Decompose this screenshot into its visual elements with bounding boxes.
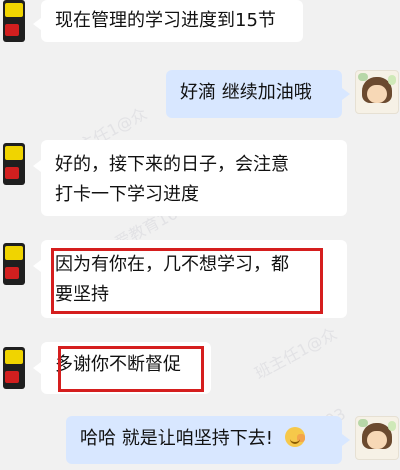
sender-avatar[interactable] <box>3 143 25 185</box>
message-line: 打卡一下学习进度 <box>55 184 199 205</box>
message-bubble-3[interactable]: 好的，接下来的日子，会注意 打卡一下学习进度 <box>41 140 347 216</box>
message-text: 多谢你不断督促 <box>55 354 181 375</box>
sender-avatar[interactable] <box>3 347 25 389</box>
message-bubble-6[interactable]: 哈哈 就是让咱坚持下去! <box>66 416 342 464</box>
message-text: 现在管理的学习进度到15节 <box>55 10 276 31</box>
message-bubble-5[interactable]: 多谢你不断督促 <box>41 342 211 394</box>
message-text: 好滴 继续加油哦 <box>180 82 312 103</box>
message-text: 哈哈 就是让咱坚持下去! <box>80 428 273 449</box>
watermark-text: 班主任1@众 <box>251 323 341 383</box>
message-line: 好的，接下来的日子，会注意 <box>55 154 289 175</box>
receiver-avatar[interactable] <box>355 70 399 114</box>
message-line: 因为有你在，几不想学习，都 <box>55 254 289 275</box>
message-bubble-1[interactable]: 现在管理的学习进度到15节 <box>41 0 303 42</box>
message-bubble-2[interactable]: 好滴 继续加油哦 <box>166 70 342 118</box>
sender-avatar[interactable] <box>3 243 25 285</box>
receiver-avatar[interactable] <box>355 416 399 460</box>
emoji-icon <box>284 427 305 447</box>
message-bubble-4[interactable]: 因为有你在，几不想学习，都 要坚持 <box>41 240 347 318</box>
message-line: 要坚持 <box>55 284 109 305</box>
sender-avatar[interactable] <box>3 0 25 42</box>
